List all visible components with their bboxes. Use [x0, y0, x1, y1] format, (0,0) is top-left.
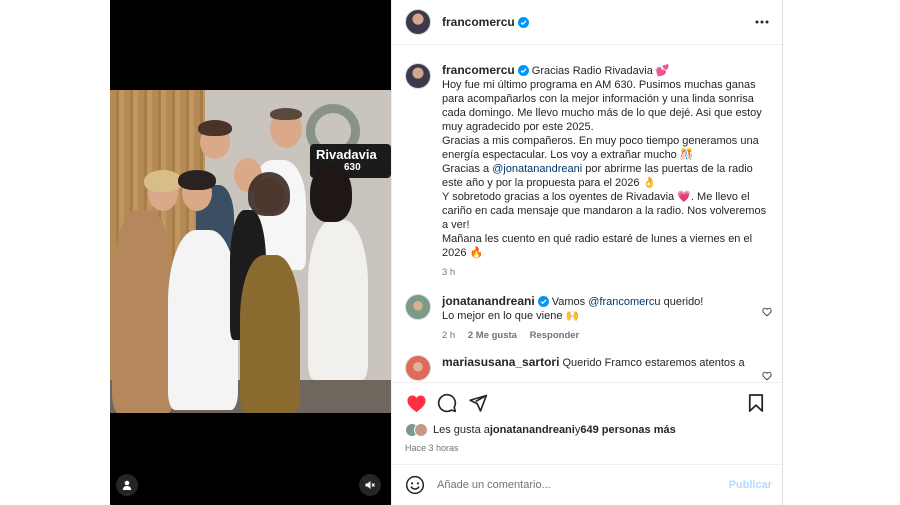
author-username[interactable]: francomercu	[442, 15, 515, 29]
person-4-hair	[270, 108, 302, 120]
verified-icon	[517, 16, 529, 28]
person-1	[112, 210, 174, 413]
caption-line-3: Gracias a mis compañeros. En muy poco ti…	[442, 135, 759, 161]
comment-item: jonatanandreani Vamos @francomercu queri…	[405, 294, 772, 343]
caption-line-2: Hoy fue mi último programa en AM 630. Pu…	[442, 79, 762, 133]
comment-avatar[interactable]	[405, 294, 431, 320]
caption-line-6: Mañana les cuento en qué radio estaré de…	[442, 233, 753, 259]
comment-button[interactable]	[436, 392, 458, 414]
instagram-post: Rivadavia 630 francomercu francomercu Gr…	[110, 0, 784, 505]
radio-logo-name: Rivadavia	[316, 147, 377, 162]
person-2-hair	[178, 170, 216, 190]
post-photo[interactable]: Rivadavia 630	[110, 90, 391, 413]
mute-button[interactable]	[359, 474, 381, 496]
comment-time[interactable]: 2 h	[442, 330, 455, 341]
emoji-icon[interactable]	[405, 475, 425, 495]
user-tag-icon	[122, 480, 132, 490]
more-options-button[interactable]	[754, 14, 770, 30]
author-avatar[interactable]	[405, 9, 431, 35]
comment-avatar[interactable]	[405, 355, 431, 381]
comment-meta: 2 h 2 Me gusta Responder	[442, 329, 770, 343]
comment-username[interactable]: mariasusana_sartori	[442, 355, 559, 369]
heart-icon	[406, 394, 426, 412]
heart-icon[interactable]	[762, 307, 772, 317]
caption-mention-link[interactable]: @jonatanandreani	[492, 163, 582, 175]
person-7	[308, 220, 368, 380]
comment-input[interactable]	[437, 479, 729, 491]
person-3-hair	[198, 120, 232, 136]
comment-mention-link[interactable]: @francomercu	[588, 296, 660, 308]
post-media[interactable]: Rivadavia 630	[110, 0, 391, 505]
likes-summary: Les gusta a jonatanandreani y 649 person…	[405, 423, 771, 437]
liker-avatar	[414, 423, 428, 437]
save-icon	[748, 394, 764, 412]
post-side-panel: francomercu francomercu Gracias Radio Ri…	[391, 0, 784, 505]
comment-body: mariasusana_sartori Querido Framco estar…	[442, 355, 770, 381]
caption-body: francomercu Gracias Radio Rivadavia 💕 Ho…	[442, 63, 770, 280]
like-button[interactable]	[405, 392, 427, 414]
caption-line-4-prefix: Gracias a	[442, 163, 493, 175]
comment-body: jonatanandreani Vamos @francomercu queri…	[442, 294, 770, 343]
comment-text-suffix: querido!	[660, 296, 704, 308]
share-icon	[469, 394, 488, 412]
tag-people-button[interactable]	[116, 474, 138, 496]
likes-prefix: Les gusta a	[433, 424, 490, 436]
caption-time[interactable]: 3 h	[442, 267, 455, 278]
verified-icon	[537, 296, 549, 307]
comment-reply-button[interactable]: Responder	[530, 330, 580, 341]
caption-line-1: Gracias Radio Rivadavia 💕	[531, 65, 670, 77]
caption-line-4: Gracias a @jonatanandreani por abrirme l…	[442, 162, 770, 190]
person-6	[240, 255, 300, 413]
comment-text-prefix: Vamos	[551, 296, 589, 308]
comments-area[interactable]: francomercu Gracias Radio Rivadavia 💕 Ho…	[392, 45, 784, 381]
post-actions: Les gusta a jonatanandreani y 649 person…	[392, 382, 784, 462]
caption-line-5: Y sobretodo gracias a los oyentes de Riv…	[442, 191, 767, 231]
caption-username[interactable]: francomercu	[442, 63, 515, 77]
person-2	[168, 230, 238, 410]
more-icon	[755, 20, 769, 24]
comment-username[interactable]: jonatanandreani	[442, 294, 535, 308]
comment-likes[interactable]: 2 Me gusta	[468, 330, 517, 341]
comment-text: Querido Framco estaremos atentos a	[562, 357, 745, 369]
likes-user[interactable]: jonatanandreani	[490, 424, 575, 436]
likes-others[interactable]: 649 personas más	[580, 424, 675, 436]
caption-avatar[interactable]	[405, 63, 431, 89]
person-6-hair	[248, 172, 290, 216]
action-icons	[405, 391, 771, 415]
comment-text-line2: Lo mejor en lo que viene 🙌	[442, 310, 580, 322]
post-time-ago[interactable]: Hace 3 horas	[405, 443, 771, 453]
heart-icon[interactable]	[762, 371, 772, 381]
post-header: francomercu	[392, 0, 784, 45]
comment-icon	[437, 393, 457, 413]
person-1-hair	[144, 170, 182, 192]
publish-button[interactable]: Publicar	[729, 479, 772, 491]
person-7-hair	[310, 164, 352, 222]
caption-meta: 3 h	[442, 266, 770, 280]
verified-icon	[517, 65, 529, 76]
save-button[interactable]	[745, 392, 767, 414]
caption-block: francomercu Gracias Radio Rivadavia 💕 Ho…	[405, 63, 770, 280]
comment-item: mariasusana_sartori Querido Framco estar…	[405, 355, 772, 381]
mute-icon	[365, 481, 375, 489]
add-comment-bar: Publicar	[392, 464, 784, 505]
share-button[interactable]	[467, 392, 489, 414]
